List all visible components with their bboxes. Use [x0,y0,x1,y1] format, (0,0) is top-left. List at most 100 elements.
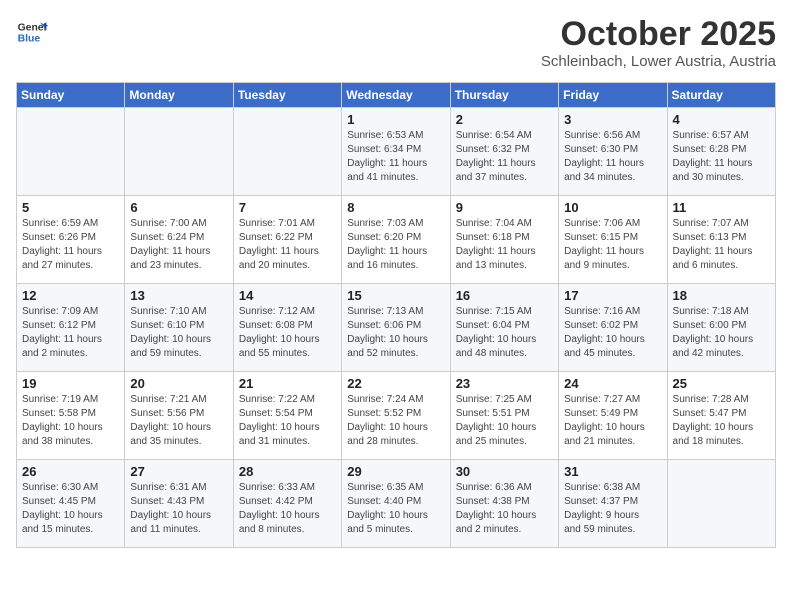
calendar-cell: 19 Sunrise: 7:19 AM Sunset: 5:58 PM Dayli… [17,372,125,460]
calendar-cell: 7 Sunrise: 7:01 AM Sunset: 6:22 PM Daylig… [233,196,341,284]
day-number: 29 [347,464,444,479]
calendar-cell: 13Sunrise: 7:10 AM Sunset: 6:10 PM Dayli… [125,284,233,372]
calendar-cell: 21 Sunrise: 7:22 AM Sunset: 5:54 PM Dayli… [233,372,341,460]
weekday-header-friday: Friday [559,83,667,108]
day-details: Sunrise: 7:16 AM Sunset: 6:02 PM Dayligh… [564,305,661,361]
day-details: Sunrise: 6:56 AM Sunset: 6:30 PM Dayligh… [564,129,661,185]
day-details: Sunrise: 6:53 AM Sunset: 6:34 PM Dayligh… [347,129,444,185]
day-details: Sunrise: 7:09 AM Sunset: 6:12 PM Dayligh… [22,305,119,361]
day-details: Sunrise: 7:04 AM Sunset: 6:18 PM Dayligh… [456,217,553,273]
day-number: 16 [456,288,553,303]
day-number: 23 [456,376,553,391]
weekday-header-monday: Monday [125,83,233,108]
day-number: 13 [130,288,227,303]
day-number: 9 [456,200,553,215]
day-details: Sunrise: 6:36 AM Sunset: 4:38 PM Dayligh… [456,481,553,537]
calendar-cell: 15 Sunrise: 7:13 AM Sunset: 6:06 PM Dayli… [342,284,450,372]
calendar-week-row: 26 Sunrise: 6:30 AM Sunset: 4:45 PM Dayli… [17,460,776,548]
day-details: Sunrise: 7:24 AM Sunset: 5:52 PM Dayligh… [347,393,444,449]
day-details: Sunrise: 6:57 AM Sunset: 6:28 PM Dayligh… [673,129,770,185]
calendar-cell [667,460,775,548]
calendar-cell: 25Sunrise: 7:28 AM Sunset: 5:47 PM Dayli… [667,372,775,460]
weekday-header-thursday: Thursday [450,83,558,108]
day-number: 8 [347,200,444,215]
day-number: 14 [239,288,336,303]
day-details: Sunrise: 7:03 AM Sunset: 6:20 PM Dayligh… [347,217,444,273]
calendar-week-row: 12 Sunrise: 7:09 AM Sunset: 6:12 PM Dayli… [17,284,776,372]
calendar-cell [125,108,233,196]
calendar-cell: 1 Sunrise: 6:53 AM Sunset: 6:34 PM Daylig… [342,108,450,196]
weekday-header-sunday: Sunday [17,83,125,108]
day-number: 7 [239,200,336,215]
weekday-header-row: SundayMondayTuesdayWednesdayThursdayFrid… [17,83,776,108]
calendar-cell [17,108,125,196]
calendar-week-row: 19 Sunrise: 7:19 AM Sunset: 5:58 PM Dayli… [17,372,776,460]
svg-text:Blue: Blue [18,34,41,45]
day-details: Sunrise: 7:07 AM Sunset: 6:13 PM Dayligh… [673,217,770,273]
day-number: 12 [22,288,119,303]
calendar-cell: 11 Sunrise: 7:07 AM Sunset: 6:13 PM Dayli… [667,196,775,284]
weekday-header-tuesday: Tuesday [233,83,341,108]
month-title: October 2025 [541,16,776,53]
day-details: Sunrise: 7:22 AM Sunset: 5:54 PM Dayligh… [239,393,336,449]
day-number: 27 [130,464,227,479]
calendar-cell [233,108,341,196]
day-details: Sunrise: 7:19 AM Sunset: 5:58 PM Dayligh… [22,393,119,449]
calendar-week-row: 1 Sunrise: 6:53 AM Sunset: 6:34 PM Daylig… [17,108,776,196]
calendar-cell: 18Sunrise: 7:18 AM Sunset: 6:00 PM Dayli… [667,284,775,372]
day-details: Sunrise: 6:54 AM Sunset: 6:32 PM Dayligh… [456,129,553,185]
calendar-cell: 26 Sunrise: 6:30 AM Sunset: 4:45 PM Dayli… [17,460,125,548]
weekday-header-saturday: Saturday [667,83,775,108]
calendar-week-row: 5Sunrise: 6:59 AM Sunset: 6:26 PM Daylig… [17,196,776,284]
calendar-cell: 22 Sunrise: 7:24 AM Sunset: 5:52 PM Dayli… [342,372,450,460]
weekday-header-wednesday: Wednesday [342,83,450,108]
calendar-cell: 12 Sunrise: 7:09 AM Sunset: 6:12 PM Dayli… [17,284,125,372]
day-details: Sunrise: 6:31 AM Sunset: 4:43 PM Dayligh… [130,481,227,537]
day-number: 10 [564,200,661,215]
page-header: General Blue October 2025 Schleinbach, L… [16,16,776,70]
calendar-cell: 2Sunrise: 6:54 AM Sunset: 6:32 PM Daylig… [450,108,558,196]
day-details: Sunrise: 7:00 AM Sunset: 6:24 PM Dayligh… [130,217,227,273]
day-details: Sunrise: 6:30 AM Sunset: 4:45 PM Dayligh… [22,481,119,537]
day-number: 21 [239,376,336,391]
day-details: Sunrise: 7:28 AM Sunset: 5:47 PM Dayligh… [673,393,770,449]
day-number: 1 [347,112,444,127]
day-details: Sunrise: 6:35 AM Sunset: 4:40 PM Dayligh… [347,481,444,537]
day-details: Sunrise: 7:13 AM Sunset: 6:06 PM Dayligh… [347,305,444,361]
calendar-cell: 4Sunrise: 6:57 AM Sunset: 6:28 PM Daylig… [667,108,775,196]
calendar-cell: 16 Sunrise: 7:15 AM Sunset: 6:04 PM Dayli… [450,284,558,372]
calendar-cell: 8 Sunrise: 7:03 AM Sunset: 6:20 PM Daylig… [342,196,450,284]
calendar-cell: 6 Sunrise: 7:00 AM Sunset: 6:24 PM Daylig… [125,196,233,284]
title-block: October 2025 Schleinbach, Lower Austria,… [541,16,776,70]
day-number: 6 [130,200,227,215]
calendar-cell: 17Sunrise: 7:16 AM Sunset: 6:02 PM Dayli… [559,284,667,372]
day-details: Sunrise: 7:25 AM Sunset: 5:51 PM Dayligh… [456,393,553,449]
logo-icon: General Blue [16,16,48,48]
day-details: Sunrise: 7:06 AM Sunset: 6:15 PM Dayligh… [564,217,661,273]
day-number: 15 [347,288,444,303]
day-details: Sunrise: 7:21 AM Sunset: 5:56 PM Dayligh… [130,393,227,449]
day-details: Sunrise: 7:01 AM Sunset: 6:22 PM Dayligh… [239,217,336,273]
calendar-cell: 3 Sunrise: 6:56 AM Sunset: 6:30 PM Daylig… [559,108,667,196]
calendar-cell: 29 Sunrise: 6:35 AM Sunset: 4:40 PM Dayli… [342,460,450,548]
day-details: Sunrise: 7:18 AM Sunset: 6:00 PM Dayligh… [673,305,770,361]
day-details: Sunrise: 7:12 AM Sunset: 6:08 PM Dayligh… [239,305,336,361]
logo: General Blue [16,16,48,48]
calendar-cell: 23 Sunrise: 7:25 AM Sunset: 5:51 PM Dayli… [450,372,558,460]
day-number: 11 [673,200,770,215]
calendar-cell: 14 Sunrise: 7:12 AM Sunset: 6:08 PM Dayli… [233,284,341,372]
day-details: Sunrise: 6:38 AM Sunset: 4:37 PM Dayligh… [564,481,661,537]
day-number: 19 [22,376,119,391]
day-number: 3 [564,112,661,127]
day-number: 22 [347,376,444,391]
day-details: Sunrise: 6:59 AM Sunset: 6:26 PM Dayligh… [22,217,119,273]
calendar-cell: 10 Sunrise: 7:06 AM Sunset: 6:15 PM Dayli… [559,196,667,284]
calendar-table: SundayMondayTuesdayWednesdayThursdayFrid… [16,82,776,548]
calendar-cell: 27 Sunrise: 6:31 AM Sunset: 4:43 PM Dayli… [125,460,233,548]
day-details: Sunrise: 7:15 AM Sunset: 6:04 PM Dayligh… [456,305,553,361]
calendar-cell: 28Sunrise: 6:33 AM Sunset: 4:42 PM Dayli… [233,460,341,548]
day-number: 26 [22,464,119,479]
day-details: Sunrise: 7:27 AM Sunset: 5:49 PM Dayligh… [564,393,661,449]
day-number: 31 [564,464,661,479]
day-number: 28 [239,464,336,479]
